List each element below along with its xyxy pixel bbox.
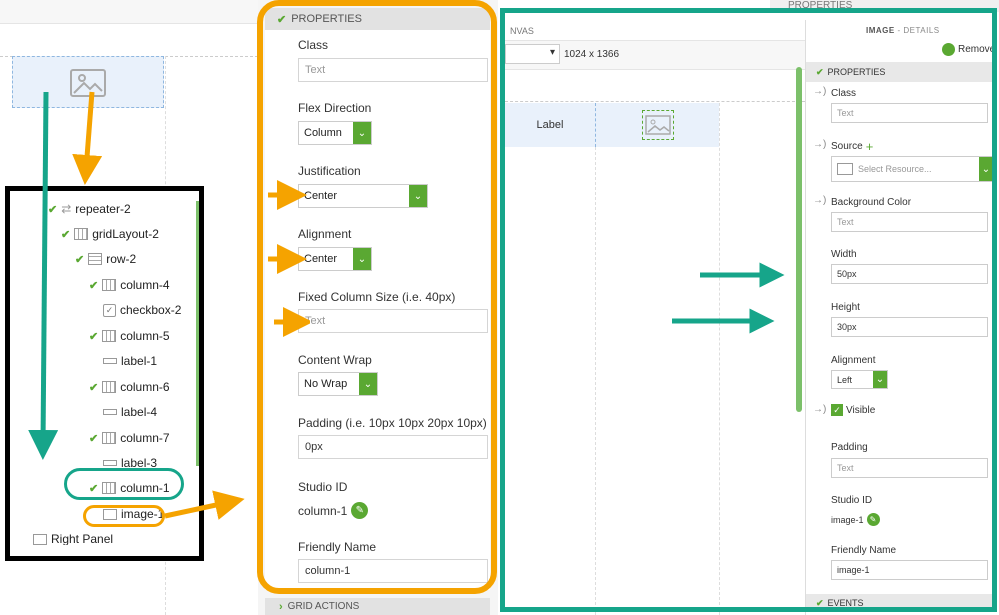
annotation-arrows-right xyxy=(672,262,785,334)
annotation-arrows-middle xyxy=(268,180,310,337)
annotation-arrows-left xyxy=(28,91,245,520)
